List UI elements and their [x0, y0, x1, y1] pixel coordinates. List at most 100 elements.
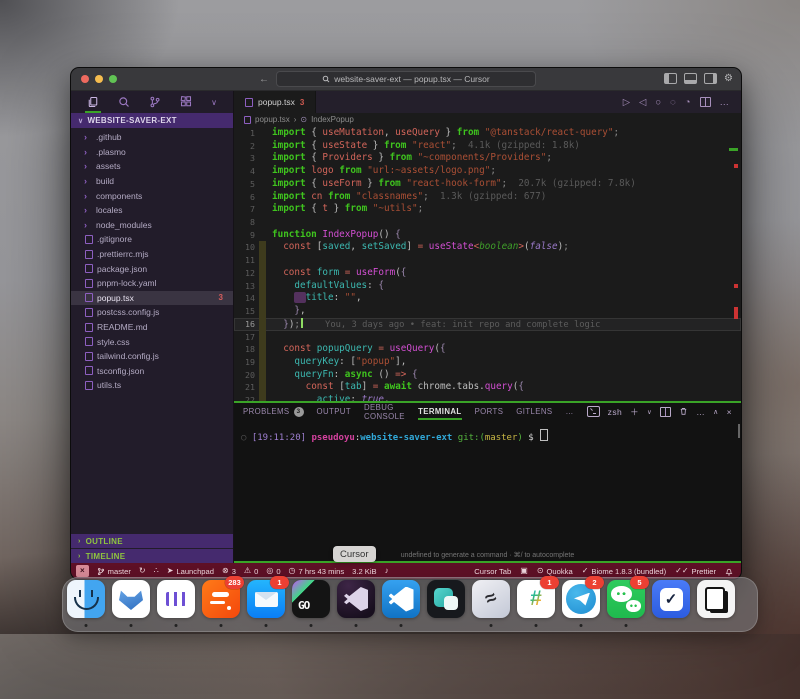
explorer-root-header[interactable]: ∨ WEBSITE-SAVER-EXT: [71, 113, 233, 128]
run-icon[interactable]: ▷: [623, 97, 630, 108]
activity-bar: ∨: [71, 91, 233, 113]
panel-more-tabs-icon[interactable]: …: [565, 407, 573, 416]
statusbar-quokka[interactable]: ⊙Quokka: [537, 567, 573, 576]
tree-item[interactable]: ›.plasmo: [71, 145, 233, 160]
tree-item[interactable]: popup.tsx3: [71, 291, 233, 306]
tree-item[interactable]: ›locales: [71, 203, 233, 218]
dock-app-tasks[interactable]: [652, 577, 690, 629]
statusbar-notifications[interactable]: [725, 567, 733, 576]
terminal-scrollbar[interactable]: [738, 424, 740, 438]
titlebar[interactable]: ← → website-saver-ext — popup.tsx — Curs…: [71, 68, 741, 91]
statusbar-console-ninja[interactable]: ▣: [520, 567, 528, 575]
step-back-icon[interactable]: ◁: [639, 97, 646, 108]
statusbar-wakatime[interactable]: ◷7 hrs 43 mins: [289, 567, 345, 576]
split-editor-icon[interactable]: [700, 97, 711, 107]
tree-item[interactable]: tailwind.config.js: [71, 349, 233, 364]
dock-app-fox[interactable]: [112, 577, 150, 629]
statusbar-music[interactable]: ♪: [385, 567, 389, 575]
statusbar-prettier[interactable]: ✓✓Prettier: [675, 567, 716, 576]
file-tree[interactable]: ›.github›.plasmo›assets›build›components…: [71, 128, 233, 393]
code-editor[interactable]: 1import { useMutation, useQuery } from "…: [234, 126, 741, 401]
statusbar-launchpad[interactable]: ➤Launchpad: [167, 567, 214, 576]
panel-tabs: PROBLEMS3 OUTPUT DEBUG CONSOLE TERMINAL PORT…: [234, 403, 741, 420]
panel-more-icon[interactable]: …: [696, 407, 705, 417]
statusbar-file-size[interactable]: 3.2 KiB: [352, 567, 376, 576]
tree-item[interactable]: README.md: [71, 320, 233, 335]
history-back-icon[interactable]: ←: [259, 74, 269, 85]
new-terminal-icon[interactable]: ＋: [630, 406, 639, 418]
panel-tab-gitlens[interactable]: GITLENS: [516, 403, 552, 420]
tree-item[interactable]: ›components: [71, 188, 233, 203]
more-actions-icon[interactable]: …: [720, 97, 730, 108]
toggle-left-sidebar-icon[interactable]: [664, 73, 677, 84]
terminal-dropdown-icon[interactable]: ∨: [647, 408, 652, 416]
dock-app-mail[interactable]: 1: [247, 577, 285, 629]
outline-section-header[interactable]: › OUTLINE: [71, 534, 233, 548]
settings-gear-icon[interactable]: ⚙: [724, 74, 733, 84]
tree-item[interactable]: ›node_modules: [71, 218, 233, 233]
panel-tab-problems[interactable]: PROBLEMS3: [243, 403, 304, 420]
dock-app-ai[interactable]: [472, 577, 510, 629]
running-indicator-dot: [265, 624, 268, 627]
dock-app-goland[interactable]: [292, 577, 330, 629]
statusbar-cursor-tab[interactable]: Cursor Tab: [474, 567, 511, 576]
statusbar-warnings[interactable]: ⚠0: [244, 567, 258, 576]
dock-app-warp[interactable]: [427, 577, 465, 629]
statusbar-paw-extension[interactable]: ∴: [154, 567, 159, 575]
statusbar-biome[interactable]: ✓Biome 1.8.3 (bundled): [582, 567, 666, 576]
dock-app-stack[interactable]: [697, 577, 735, 629]
split-terminal-icon[interactable]: [660, 407, 671, 417]
dock-app-finder[interactable]: [67, 577, 105, 629]
close-window-button[interactable]: [81, 75, 89, 83]
panel-tab-output[interactable]: OUTPUT: [317, 403, 351, 420]
breadcrumb[interactable]: popup.tsx › ⊙ IndexPopup: [234, 113, 741, 126]
maximize-panel-icon[interactable]: ∧: [713, 408, 719, 416]
run-timer-icon[interactable]: ◔: [685, 97, 691, 108]
tree-item[interactable]: ›build: [71, 174, 233, 189]
record-icon[interactable]: ○: [655, 97, 661, 108]
dock-app-wechat[interactable]: 5: [607, 577, 645, 629]
tree-item[interactable]: package.json: [71, 261, 233, 276]
timeline-section-header[interactable]: › TIMELINE: [71, 549, 233, 563]
panel-tab-terminal[interactable]: TERMINAL: [418, 403, 461, 420]
toggle-panel-icon[interactable]: [684, 73, 697, 84]
tree-item[interactable]: utils.ts: [71, 378, 233, 393]
search-icon[interactable]: [116, 91, 132, 113]
tree-item[interactable]: pnpm-lock.yaml: [71, 276, 233, 291]
statusbar-git-branch[interactable]: master: [97, 567, 131, 576]
dock-app-telegram[interactable]: 2: [562, 577, 600, 629]
trash-icon[interactable]: [679, 407, 688, 416]
minimize-window-button[interactable]: [95, 75, 103, 83]
tab-popup-tsx[interactable]: popup.tsx 3: [234, 91, 316, 113]
dock-app-follow[interactable]: 283: [202, 577, 240, 629]
dock-app-audio[interactable]: [157, 577, 195, 629]
command-center[interactable]: website-saver-ext — popup.tsx — Cursor: [276, 71, 536, 87]
tree-item[interactable]: tsconfig.json: [71, 364, 233, 379]
zoom-window-button[interactable]: [109, 75, 117, 83]
statusbar-sync-status[interactable]: ↻: [139, 567, 146, 575]
chevron-down-icon[interactable]: ∨: [209, 91, 219, 113]
step-over-icon[interactable]: ◌: [670, 97, 676, 108]
tree-item[interactable]: style.css: [71, 334, 233, 349]
tree-item[interactable]: .prettierrc.mjs: [71, 247, 233, 262]
terminal[interactable]: ○ [19:11:20] pseudoyu:website-saver-ext …: [234, 420, 741, 561]
extensions-icon[interactable]: [178, 91, 194, 113]
tree-item[interactable]: .gitignore: [71, 232, 233, 247]
panel-tab-ports[interactable]: PORTS: [475, 403, 504, 420]
close-panel-icon[interactable]: ×: [727, 407, 732, 417]
statusbar-feedback[interactable]: ◎0: [266, 567, 280, 576]
dock-app-vscode[interactable]: [382, 577, 420, 629]
statusbar-remote-indicator[interactable]: ×: [76, 565, 89, 577]
panel-tab-debug-console[interactable]: DEBUG CONSOLE: [364, 403, 405, 420]
source-control-icon[interactable]: [147, 91, 163, 113]
statusbar-errors[interactable]: ⊗3: [222, 567, 236, 576]
explorer-files-icon[interactable]: [85, 91, 101, 113]
remote-icon: ×: [80, 567, 85, 575]
toggle-right-sidebar-icon[interactable]: [704, 73, 717, 84]
dock-app-cursor[interactable]: [337, 577, 375, 629]
tree-item[interactable]: ›.github: [71, 130, 233, 145]
notification-badge: 1: [540, 576, 559, 589]
tree-item[interactable]: postcss.config.js: [71, 305, 233, 320]
dock-app-slack[interactable]: 1: [517, 577, 555, 629]
tree-item[interactable]: ›assets: [71, 159, 233, 174]
